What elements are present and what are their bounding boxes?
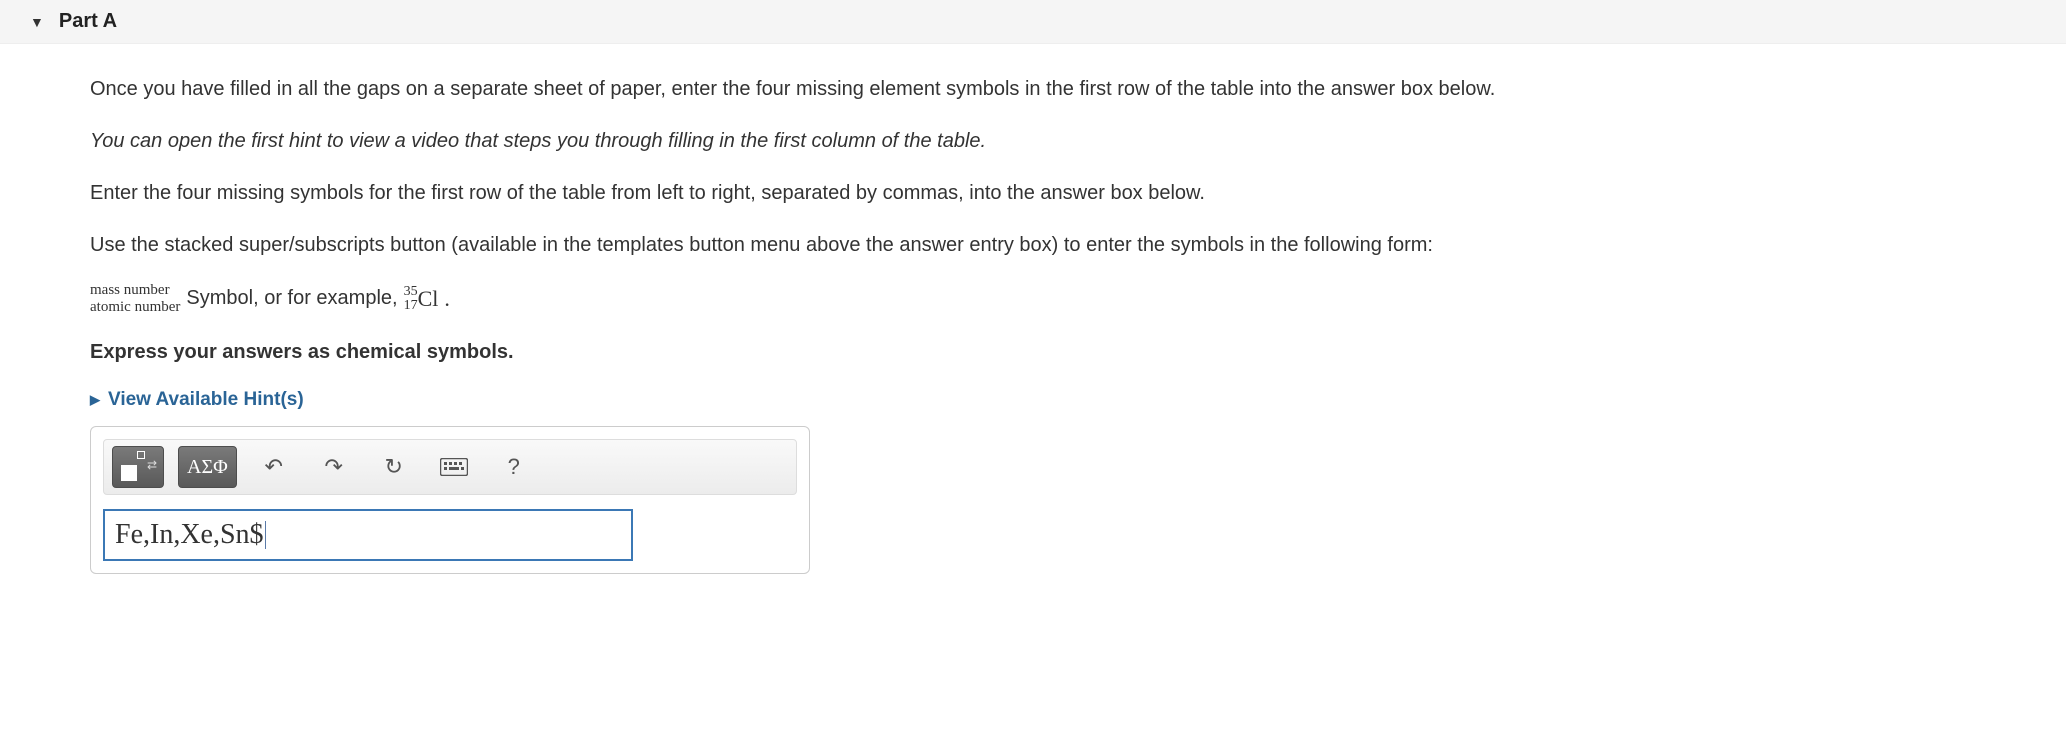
- mass-atomic-stack: mass number atomic number: [90, 282, 180, 315]
- help-icon: ?: [508, 454, 520, 480]
- isotope-format-line: mass number atomic number Symbol, or for…: [90, 282, 1976, 315]
- collapse-triangle-icon: ▼: [30, 14, 44, 30]
- hints-label: View Available Hint(s): [108, 389, 304, 411]
- atomic-number-label: atomic number: [90, 299, 180, 316]
- period: .: [444, 286, 450, 312]
- stacked-scripts-icon: ⇄: [121, 453, 155, 481]
- part-title: Part A: [59, 10, 117, 33]
- express-instruction: Express your answers as chemical symbols…: [90, 337, 1976, 367]
- example-symbol: Cl: [418, 286, 439, 312]
- instruction-paragraph-4: Use the stacked super/subscripts button …: [90, 230, 1976, 260]
- expand-triangle-icon: ▶: [90, 392, 100, 408]
- example-isotope: 35 17 Cl: [404, 285, 439, 313]
- mass-number-label: mass number: [90, 282, 180, 299]
- instruction-paragraph-2: You can open the first hint to view a vi…: [90, 126, 1976, 156]
- part-header[interactable]: ▼ Part A: [0, 0, 2066, 44]
- answer-value: Fe,In,Xe,Sn$: [115, 519, 264, 551]
- text-cursor: [265, 521, 266, 549]
- reset-button[interactable]: ↻: [371, 446, 417, 488]
- greek-templates-button[interactable]: ΑΣΦ: [178, 446, 237, 488]
- help-button[interactable]: ?: [491, 446, 537, 488]
- question-content: Once you have filled in all the gaps on …: [0, 44, 2066, 604]
- undo-icon: ↶: [264, 454, 282, 480]
- example-stack: 35 17: [404, 285, 418, 313]
- example-mass: 35: [404, 285, 418, 299]
- redo-button[interactable]: ↷: [311, 446, 357, 488]
- view-hints-link[interactable]: ▶ View Available Hint(s): [90, 389, 1976, 411]
- instruction-paragraph-1: Once you have filled in all the gaps on …: [90, 74, 1976, 104]
- undo-button[interactable]: ↶: [251, 446, 297, 488]
- equation-toolbar: ⇄ ΑΣΦ ↶ ↷ ↻: [103, 439, 797, 495]
- reset-icon: ↻: [384, 454, 402, 480]
- greek-icon: ΑΣΦ: [187, 456, 228, 479]
- instruction-paragraph-3: Enter the four missing symbols for the f…: [90, 178, 1976, 208]
- answer-box: ⇄ ΑΣΦ ↶ ↷ ↻: [90, 426, 810, 574]
- keyboard-icon: [440, 458, 468, 476]
- symbol-text: Symbol, or for example,: [186, 287, 397, 310]
- keyboard-button[interactable]: [431, 446, 477, 488]
- stacked-scripts-button[interactable]: ⇄: [112, 446, 164, 488]
- example-atomic: 17: [404, 299, 418, 313]
- answer-input[interactable]: Fe,In,Xe,Sn$: [103, 509, 633, 561]
- redo-icon: ↷: [324, 454, 342, 480]
